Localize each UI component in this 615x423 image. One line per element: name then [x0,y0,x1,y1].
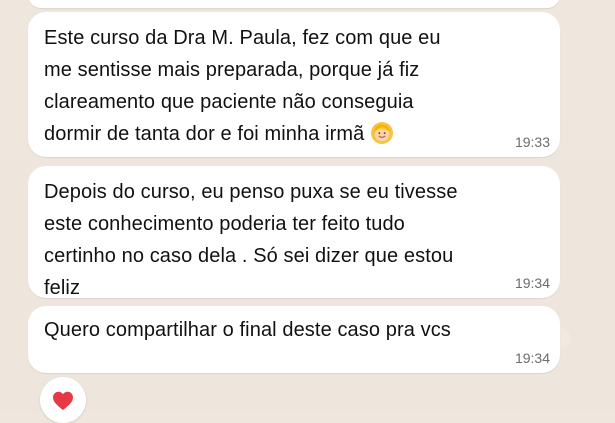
heart-icon [53,391,73,410]
blonde-girl-icon [370,121,394,145]
message-text-3: Quero compartilhar o final deste caso pr… [44,319,451,341]
message-bubble-2: Depois do curso, eu penso puxa se eu tiv… [28,166,560,299]
message-bubble-1: Este curso da Dra M. Paula, fez com que … [28,12,560,157]
heart-reaction [40,377,86,423]
message-text-1: Este curso da Dra M. Paula, fez com que … [44,27,441,145]
message-time-2: 19:34 [514,275,550,291]
message-time-3: 19:34 [514,350,550,366]
message-bubble-3: Quero compartilhar o final deste caso pr… [28,306,560,373]
message-text-2: Depois do curso, eu penso puxa se eu tiv… [44,181,458,299]
message-time-1: 19:33 [514,134,550,150]
previous-message-bubble [28,0,560,8]
